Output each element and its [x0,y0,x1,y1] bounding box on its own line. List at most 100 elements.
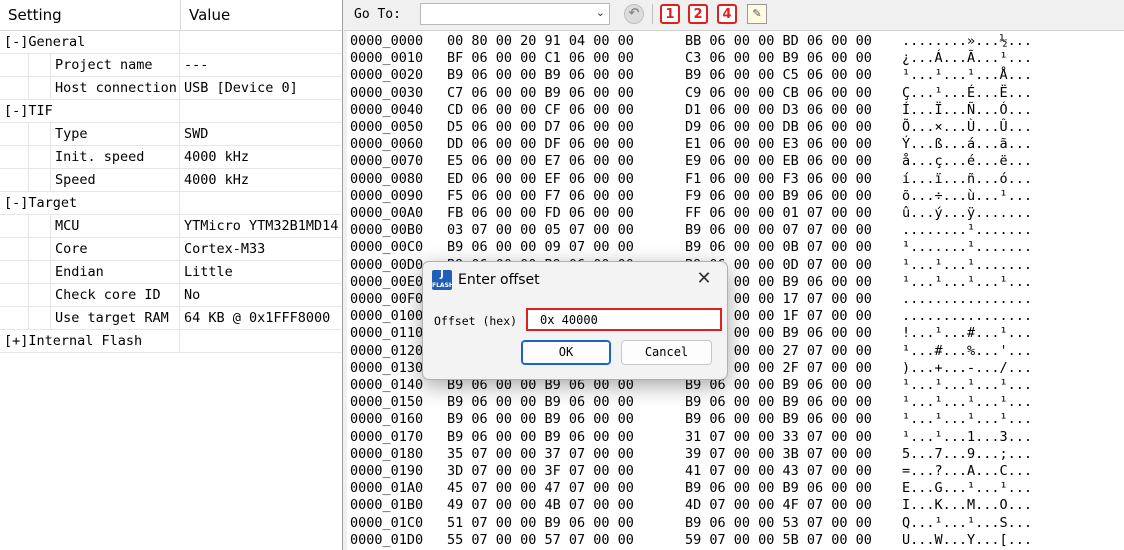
setting-key: Use target RAM [0,307,180,329]
setting-value: --- [184,57,209,73]
goto-label: Go To: [354,7,401,22]
hex-address: 0000_01C0 [350,514,424,531]
setting-value: No [184,287,201,303]
hex-address: 0000_0160 [350,411,424,428]
setting-value: 4000 kHz [184,172,250,188]
setting-key: [-]Target [0,192,180,214]
settings-section-row[interactable]: [-]Target [0,192,342,215]
hex-bytes-high: F1 06 00 00 F3 06 00 00 [685,170,872,187]
settings-row[interactable]: Endian Little [0,261,342,284]
hex-bytes-high: E1 06 00 00 E3 06 00 00 [685,136,872,153]
setting-value: YTMicro YTM32B1MD14 [184,218,339,234]
hex-bytes-high: FF 06 00 00 01 07 00 00 [685,205,872,221]
hex-bytes-high: C9 06 00 00 CB 06 00 00 [685,84,872,101]
enter-offset-dialog: J FLASH Enter offset ✕ Offset (hex) 0x 40… [422,261,728,380]
hex-ascii: 5...7...9...;... [902,445,1033,462]
hex-address: 0000_0140 [350,377,424,393]
bookmark-2-button[interactable]: 2 [688,4,708,24]
settings-section-row[interactable]: [-]General [0,31,342,54]
setting-key: Project name [0,54,180,76]
hex-bytes-high: B9 06 00 00 B9 06 00 00 [685,480,872,497]
hex-ascii: Í...Ï...Ñ...Ó... [902,101,1033,118]
hex-bytes-high: 59 07 00 00 5B 07 00 00 [685,531,872,548]
hex-bytes-low: 49 07 00 00 4B 07 00 00 [447,497,634,514]
hex-address: 0000_0020 [350,67,424,84]
dialog-title: Enter offset [458,272,540,288]
hex-bytes-high: D1 06 00 00 D3 06 00 00 [685,101,872,118]
settings-row[interactable]: MCU YTMicro YTM32B1MD14 [0,215,342,238]
hex-address: 0000_0180 [350,445,424,462]
hex-ascii: !...¹...#...¹... [902,325,1033,342]
hex-bytes-high: B9 06 00 00 C5 06 00 00 [685,67,872,84]
jflash-app-icon: J FLASH [432,269,454,290]
back-arrow-icon[interactable]: ↶ [624,4,644,24]
setting-column-header[interactable]: Setting [0,0,181,30]
settings-row[interactable]: Speed 4000 kHz [0,169,342,192]
hex-address: 0000_00E0 [350,273,424,290]
settings-section-row[interactable]: [+]Internal Flash [0,330,342,353]
hex-address: 0000_0170 [350,428,424,445]
hex-ascii: õ...÷...ù...¹... [902,187,1033,204]
hex-bytes-low: F5 06 00 00 F7 06 00 00 [447,187,634,204]
hex-ascii: ........»...½... [902,33,1033,49]
hex-ascii: ........¹....... [902,222,1033,239]
hex-address: 0000_0120 [350,342,424,359]
hex-bytes-high: B9 06 00 00 0B 07 00 00 [685,239,872,256]
hex-bytes-high: B9 06 00 00 B9 06 00 00 [685,411,872,428]
hex-ascii: ¹...¹...¹...¹... [902,377,1033,393]
hex-bytes-high: C3 06 00 00 B9 06 00 00 [685,50,872,67]
settings-section-row[interactable]: [-]TIF [0,100,342,123]
hex-address: 0000_00C0 [350,239,424,256]
hex-ascii: )...+...-.../... [902,359,1033,376]
hex-bytes-low: 03 07 00 00 05 07 00 00 [447,222,634,239]
bookmark-1-button[interactable]: 1 [660,4,680,24]
hex-bytes-high: 39 07 00 00 3B 07 00 00 [685,445,872,462]
hex-ascii: í...ï...ñ...ó... [902,170,1033,187]
edit-icon[interactable]: ✎ [747,4,767,24]
hex-address: 0000_0130 [350,359,424,376]
settings-row[interactable]: Type SWD [0,123,342,146]
toolbar-separator [652,4,653,24]
hex-bytes-low: B9 06 00 00 B9 06 00 00 [447,428,634,445]
offset-label: Offset (hex) [434,314,518,328]
settings-row[interactable]: Core Cortex-M33 [0,238,342,261]
setting-value: SWD [184,126,209,142]
setting-value: 64 KB @ 0x1FFF8000 [184,310,331,326]
settings-row[interactable]: Init. speed 4000 kHz [0,146,342,169]
hex-address: 0000_00F0 [350,291,424,307]
hex-bytes-high: D9 06 00 00 DB 06 00 00 [685,119,872,135]
ok-button[interactable]: OK [521,340,611,365]
bookmark-4-button[interactable]: 4 [717,4,737,24]
hex-bytes-high: E9 06 00 00 EB 06 00 00 [685,153,872,170]
hex-address: 0000_0050 [350,119,424,135]
hex-bytes-low: B9 06 00 00 B9 06 00 00 [447,394,634,411]
hex-ascii: ¿...Á...Ã...¹... [902,50,1033,67]
hex-bytes-low: B9 06 00 00 09 07 00 00 [447,239,634,256]
settings-row[interactable]: Check core ID No [0,284,342,307]
hex-bytes-low: DD 06 00 00 DF 06 00 00 [447,136,634,153]
cancel-button[interactable]: Cancel [621,340,712,365]
offset-input[interactable]: 0x 40000 [526,308,722,331]
setting-value: 4000 kHz [184,149,250,165]
hex-bytes-low: 45 07 00 00 47 07 00 00 [447,480,634,497]
hex-ascii: ................ [902,308,1033,325]
hex-address: 0000_0030 [350,84,424,101]
hex-bytes-low: 55 07 00 00 57 07 00 00 [447,531,634,548]
settings-row[interactable]: Use target RAM 64 KB @ 0x1FFF8000 [0,307,342,330]
close-icon[interactable]: ✕ [693,268,715,290]
hex-ascii: ¹...¹...¹....... [902,256,1033,273]
settings-rows: [-]General Project name --- Host connection… [0,31,342,353]
setting-value [180,330,342,352]
hex-address: 0000_00D0 [350,256,424,273]
goto-dropdown[interactable]: ⌄ [420,3,610,25]
settings-row[interactable]: Host connection USB [Device 0] [0,77,342,100]
hex-address: 0000_0190 [350,463,424,479]
hex-address: 0000_0040 [350,101,424,118]
hex-ascii: å...ç...é...ë... [902,153,1033,170]
setting-key: Host connection [0,77,180,99]
setting-key: Init. speed [0,146,180,168]
settings-row[interactable]: Project name --- [0,54,342,77]
hex-bytes-low: C7 06 00 00 B9 06 00 00 [447,84,634,101]
value-column-header[interactable]: Value [181,0,230,30]
setting-key: Endian [0,261,180,283]
